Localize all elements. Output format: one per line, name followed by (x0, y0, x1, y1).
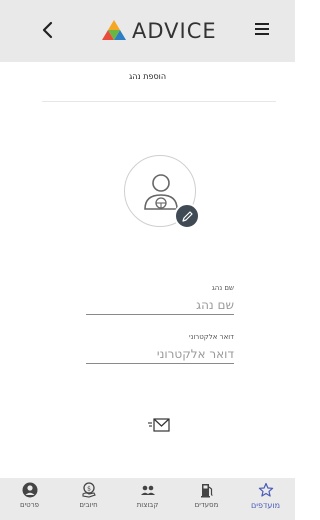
app-header: ADVICE (0, 0, 295, 62)
nav-label-billing: חיובים (79, 501, 98, 509)
page-title: הוספת נהג (128, 72, 167, 81)
bottom-navigation: פרטים $ חיובים קבוצות מסעדים מועדפים (0, 478, 295, 520)
nav-label-favorites: מועדפים (250, 501, 281, 510)
svg-text:$: $ (87, 486, 91, 493)
email-label: דואר אלקטרוני (189, 333, 234, 341)
driver-name-input[interactable] (86, 295, 234, 315)
send-mail-icon[interactable] (147, 416, 171, 434)
nav-item-billing[interactable]: $ חיובים (59, 478, 118, 520)
star-icon (258, 482, 273, 497)
logo-mark-icon (102, 20, 126, 40)
nav-item-groups[interactable]: קבוצות (118, 478, 177, 520)
logo-text: ADVICE (132, 19, 217, 43)
driver-name-field: שם נהג (86, 284, 234, 315)
fuel-pump-icon (200, 484, 213, 498)
billing-icon: $ (81, 482, 96, 498)
email-field: דואר אלקטרוני (86, 333, 234, 364)
driver-name-label: שם נהג (211, 284, 234, 292)
email-input[interactable] (86, 344, 234, 364)
nav-item-favorites[interactable]: מועדפים (236, 478, 295, 520)
pencil-icon (182, 211, 193, 222)
avatar-section (124, 155, 200, 229)
advice-logo: ADVICE (100, 18, 217, 44)
title-divider (42, 101, 276, 102)
nav-label-groups: קבוצות (136, 501, 159, 509)
nav-item-details[interactable]: פרטים (0, 478, 59, 520)
nav-item-restaurants[interactable]: מסעדים (177, 478, 236, 520)
nav-label-restaurants: מסעדים (194, 501, 219, 509)
edit-avatar-button[interactable] (174, 203, 200, 229)
hamburger-menu-icon[interactable] (254, 22, 270, 36)
groups-icon (140, 485, 155, 495)
nav-label-details: פרטים (19, 501, 40, 509)
person-icon (22, 482, 37, 498)
chevron-left-icon[interactable] (38, 18, 58, 42)
